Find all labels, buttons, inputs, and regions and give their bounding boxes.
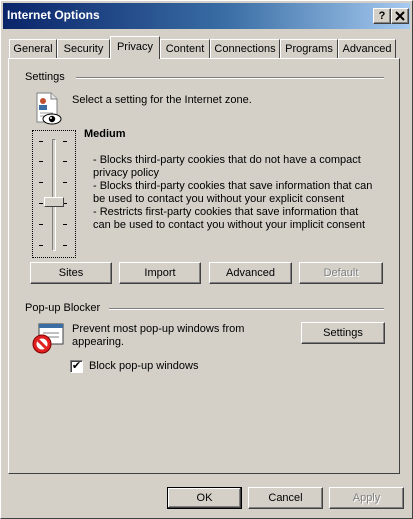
tab-programs[interactable]: Programs: [280, 39, 338, 58]
cancel-button[interactable]: Cancel: [248, 487, 323, 509]
close-icon: [395, 11, 405, 21]
slider-tick: [63, 161, 67, 162]
tab-general[interactable]: General: [9, 39, 57, 58]
popup-description-line2: appearing.: [72, 336, 124, 348]
description-line: - Blocks third-party cookies that do not…: [93, 154, 361, 166]
popup-blocker-icon: [32, 323, 64, 354]
slider-tick: [39, 161, 43, 162]
block-popups-checkbox[interactable]: ✔: [70, 360, 83, 373]
internet-options-window: Internet Options ? General Security Priv…: [0, 0, 413, 519]
description-line: privacy policy: [93, 167, 160, 179]
tab-privacy[interactable]: Privacy: [110, 36, 160, 59]
popup-description-line1: Prevent most pop-up windows from: [72, 323, 245, 335]
sites-button[interactable]: Sites: [30, 262, 112, 284]
slider-track: [52, 139, 56, 251]
slider-tick: [63, 224, 67, 225]
tab-content[interactable]: Content: [160, 39, 210, 58]
tab-connections[interactable]: Connections: [210, 39, 280, 58]
ok-button[interactable]: OK: [167, 487, 242, 509]
advanced-button[interactable]: Advanced: [209, 262, 292, 284]
settings-separator: [76, 77, 384, 79]
slider-tick: [39, 224, 43, 225]
privacy-level-description: - Blocks third-party cookies that do not…: [93, 154, 383, 232]
tab-security[interactable]: Security: [57, 39, 110, 58]
popup-settings-button[interactable]: Settings: [301, 322, 385, 344]
popup-group-label: Pop-up Blocker: [25, 302, 101, 314]
slider-tick: [63, 141, 67, 142]
slider-tick: [39, 182, 43, 183]
privacy-level-slider[interactable]: [32, 130, 76, 258]
window-title: Internet Options: [7, 8, 100, 22]
description-line: - Restricts first-party cookies that sav…: [93, 206, 359, 218]
slider-tick: [63, 182, 67, 183]
slider-tick: [39, 141, 43, 142]
popup-separator: [109, 308, 384, 310]
apply-button[interactable]: Apply: [329, 487, 404, 509]
privacy-panel: Settings Select a setting for the Intern…: [8, 58, 400, 474]
tab-advanced[interactable]: Advanced: [338, 39, 396, 58]
description-line: can be used to contact you without your …: [93, 219, 366, 231]
settings-intro-text: Select a setting for the Internet zone.: [72, 94, 252, 106]
privacy-level-title: Medium: [84, 128, 126, 140]
import-button[interactable]: Import: [119, 262, 201, 284]
title-bar[interactable]: Internet Options ?: [3, 3, 410, 29]
privacy-report-eye-icon: [36, 92, 62, 125]
help-button[interactable]: ?: [373, 8, 391, 24]
close-button[interactable]: [391, 8, 409, 24]
default-button[interactable]: Default: [299, 262, 383, 284]
description-line: be used to contact you without your expl…: [93, 193, 345, 205]
slider-tick: [63, 245, 67, 246]
slider-thumb[interactable]: [44, 197, 64, 207]
description-line: - Blocks third-party cookies that save i…: [93, 180, 373, 192]
slider-tick: [39, 245, 43, 246]
settings-group-label: Settings: [25, 71, 65, 83]
slider-tick: [39, 203, 43, 204]
block-popups-label[interactable]: Block pop-up windows: [89, 360, 198, 373]
